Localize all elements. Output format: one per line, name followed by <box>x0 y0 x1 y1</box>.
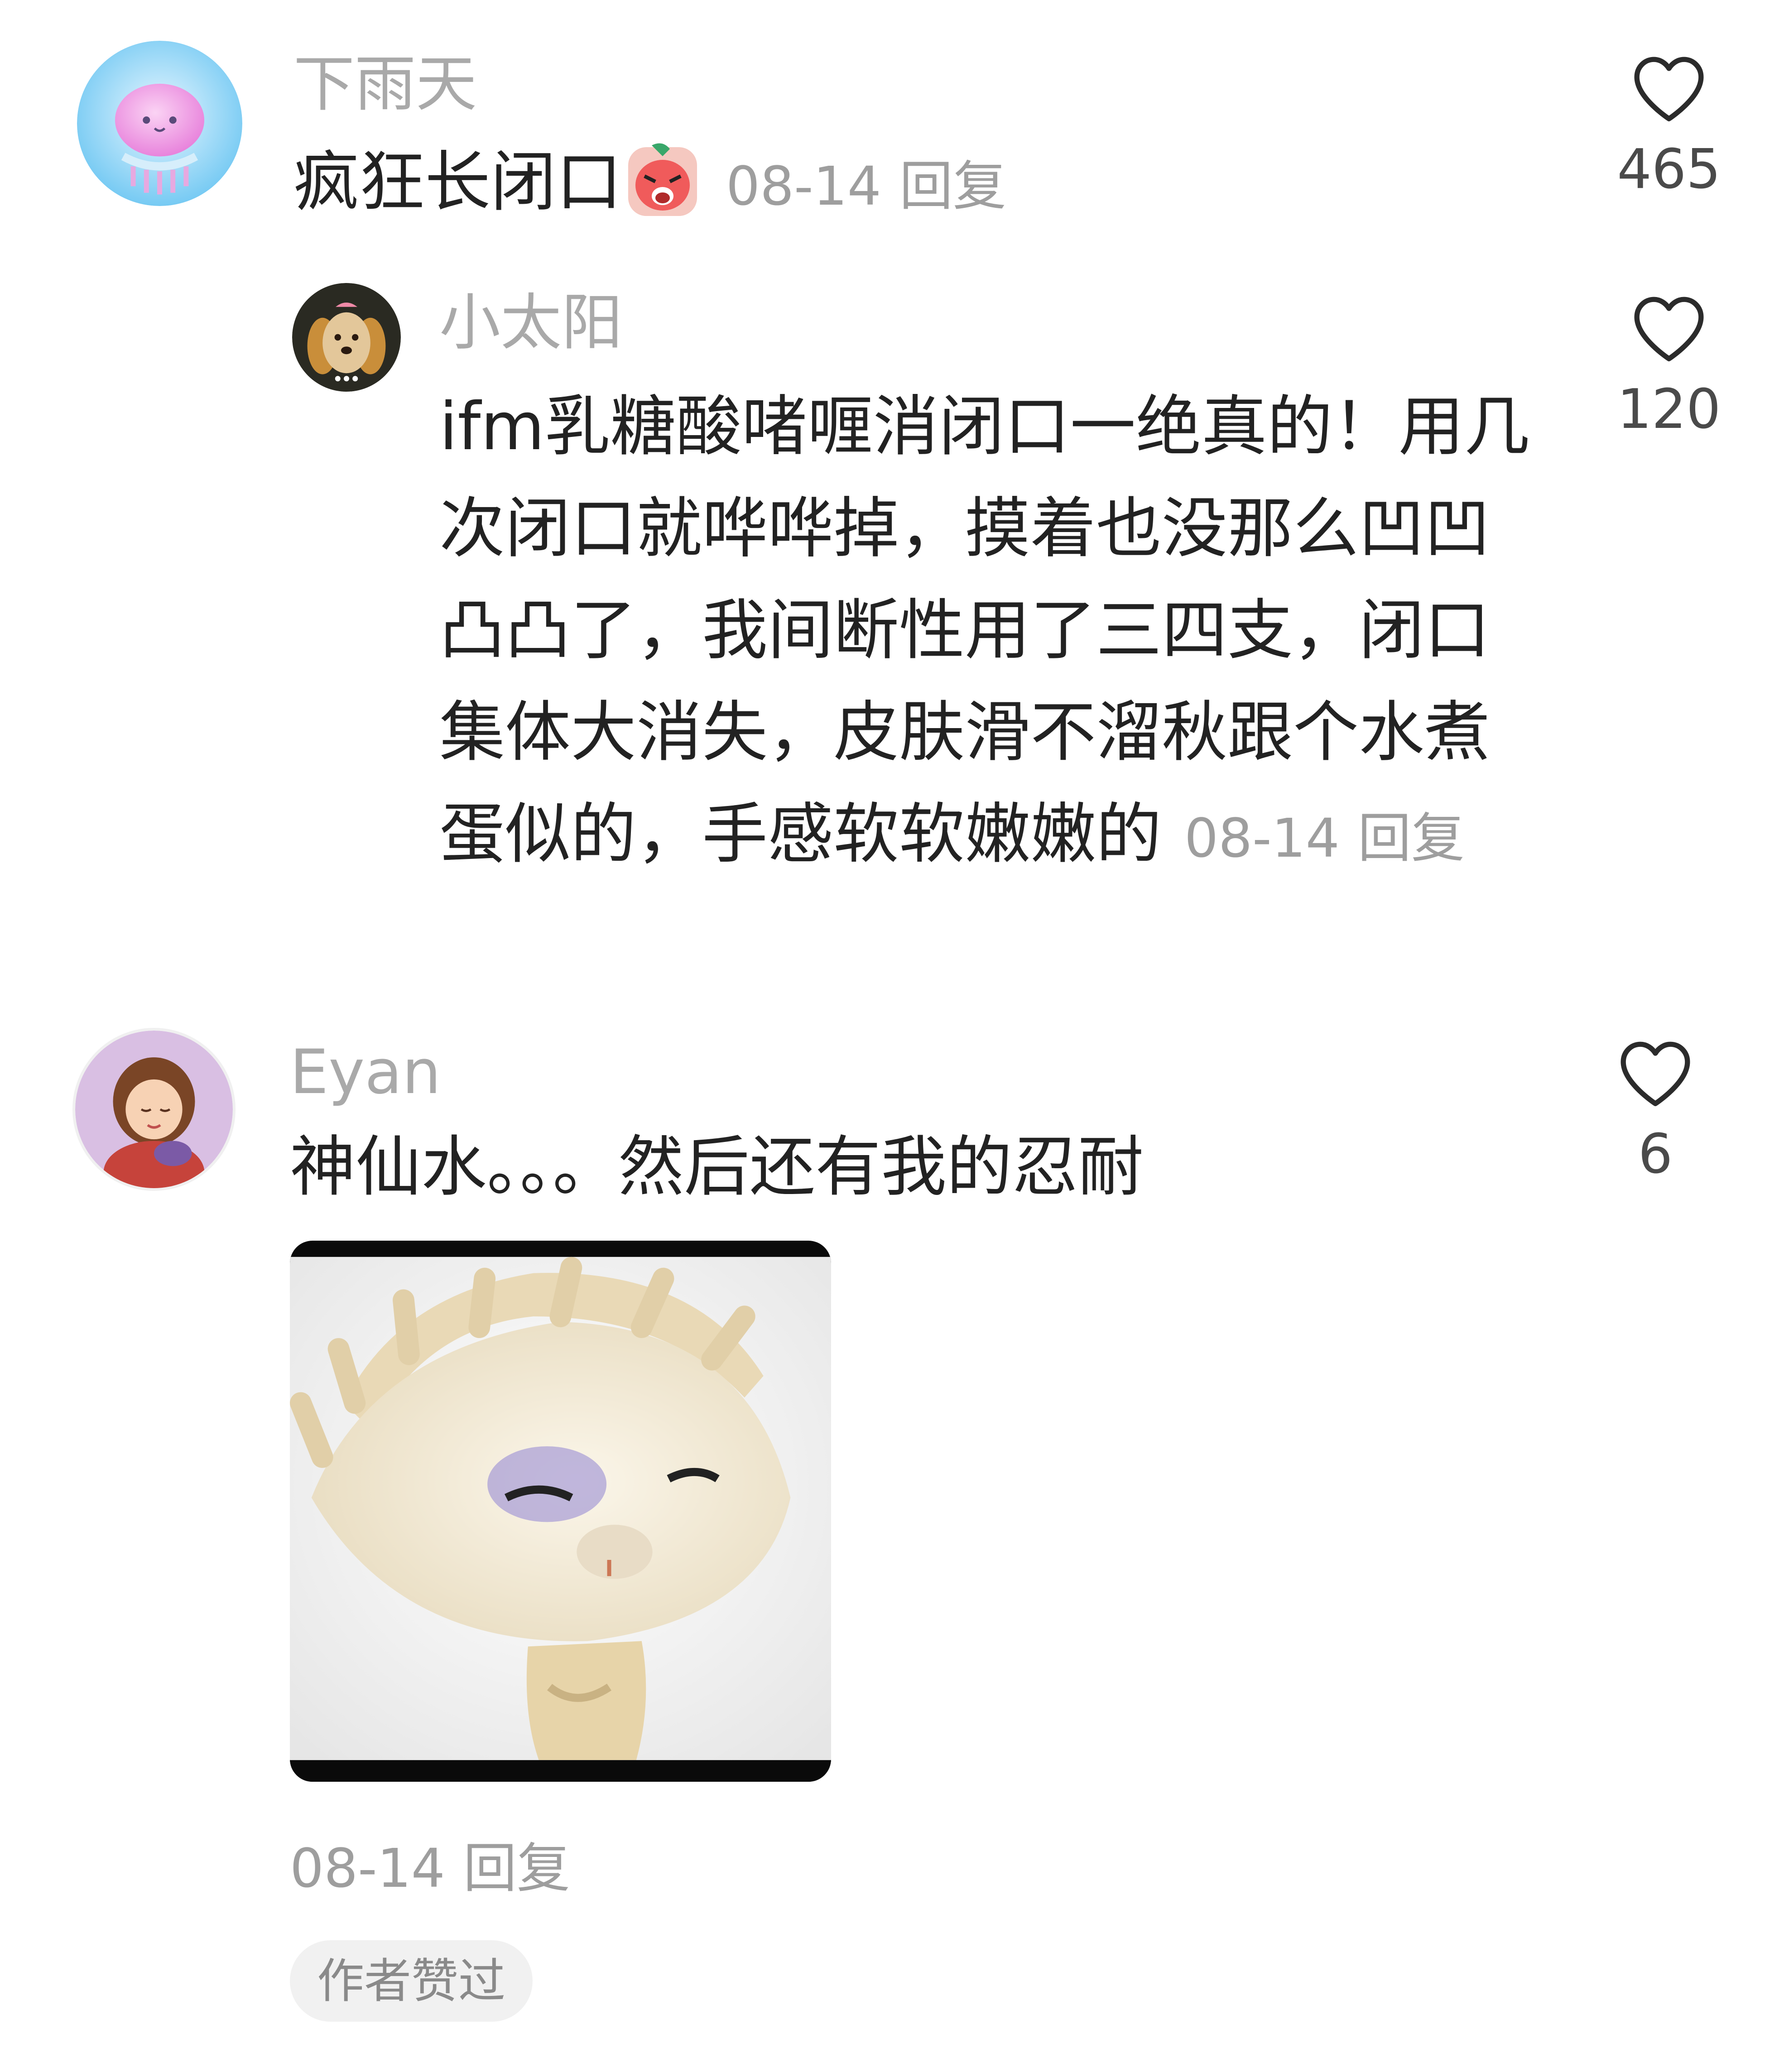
heart-icon <box>1634 297 1704 361</box>
like-button[interactable]: 120 <box>1615 292 1723 437</box>
crying-face-sticker-icon <box>626 141 699 218</box>
girl-cartoon-avatar-icon <box>75 1031 233 1188</box>
reply-last-line: 蛋似的，手感软软嫩嫩的 08-14 回复 <box>439 783 1526 889</box>
reply-button[interactable]: 回复 <box>463 1837 570 1899</box>
comment-text: 疯狂长闭口 08-14 回复 <box>293 131 1006 237</box>
like-count: 6 <box>1638 1123 1673 1186</box>
like-count: 120 <box>1617 378 1721 441</box>
like-count: 465 <box>1617 138 1721 201</box>
comment-meta: 08-14 回复 <box>290 1825 570 1902</box>
reply-button[interactable]: 回复 <box>1358 807 1465 869</box>
dumpling-meme-sticker[interactable] <box>290 1241 831 1782</box>
avatar[interactable] <box>292 283 401 392</box>
reply-button[interactable]: 回复 <box>899 155 1006 217</box>
reply-date: 08-14 <box>1184 807 1340 869</box>
dumpling-meme-icon <box>290 1257 831 1782</box>
reply-text-line: 蛋似的，手感软软嫩嫩的 <box>439 796 1162 873</box>
reply-text-line: 次闭口就哗哗掉，摸着也没那么凹凹 <box>439 490 1490 567</box>
heart-icon <box>1634 57 1704 121</box>
reply-text-line: ifm乳糖酸啫喱消闭口一绝真的！用几 <box>439 388 1530 465</box>
comment-date: 08-14 <box>290 1837 445 1899</box>
reply-text-line: 凸凸了，我间断性用了三四支，闭口 <box>439 592 1490 669</box>
author-liked-badge: 作者赞过 <box>290 1940 533 2022</box>
like-button[interactable]: 465 <box>1615 52 1723 197</box>
reply-text: ifm乳糖酸啫喱消闭口一绝真的！用几 次闭口就哗哗掉，摸着也没那么凹凹 凸凸了，… <box>439 376 1530 889</box>
comment-date: 08-14 <box>726 155 881 217</box>
reply-meta: 08-14 回复 <box>1184 807 1465 869</box>
comment-username[interactable]: Eyan <box>290 1041 441 1103</box>
like-button[interactable]: 6 <box>1601 1037 1710 1182</box>
reply-username[interactable]: 小太阳 <box>439 292 623 353</box>
jellyfish-avatar-icon <box>77 41 242 206</box>
comment-meta: 08-14 回复 <box>726 155 1006 217</box>
comment-text: 神仙水。。。然后还有我的忍耐 <box>290 1129 1144 1205</box>
avatar[interactable] <box>72 1028 236 1191</box>
dog-avatar-icon <box>292 283 401 392</box>
heart-icon <box>1621 1041 1690 1106</box>
avatar[interactable] <box>77 41 242 206</box>
reply-text-line: 集体大消失，皮肤滑不溜秋跟个水煮 <box>439 694 1490 771</box>
comment-username[interactable]: 下雨天 <box>293 53 477 115</box>
comment-text-content: 疯狂长闭口 <box>293 144 622 221</box>
